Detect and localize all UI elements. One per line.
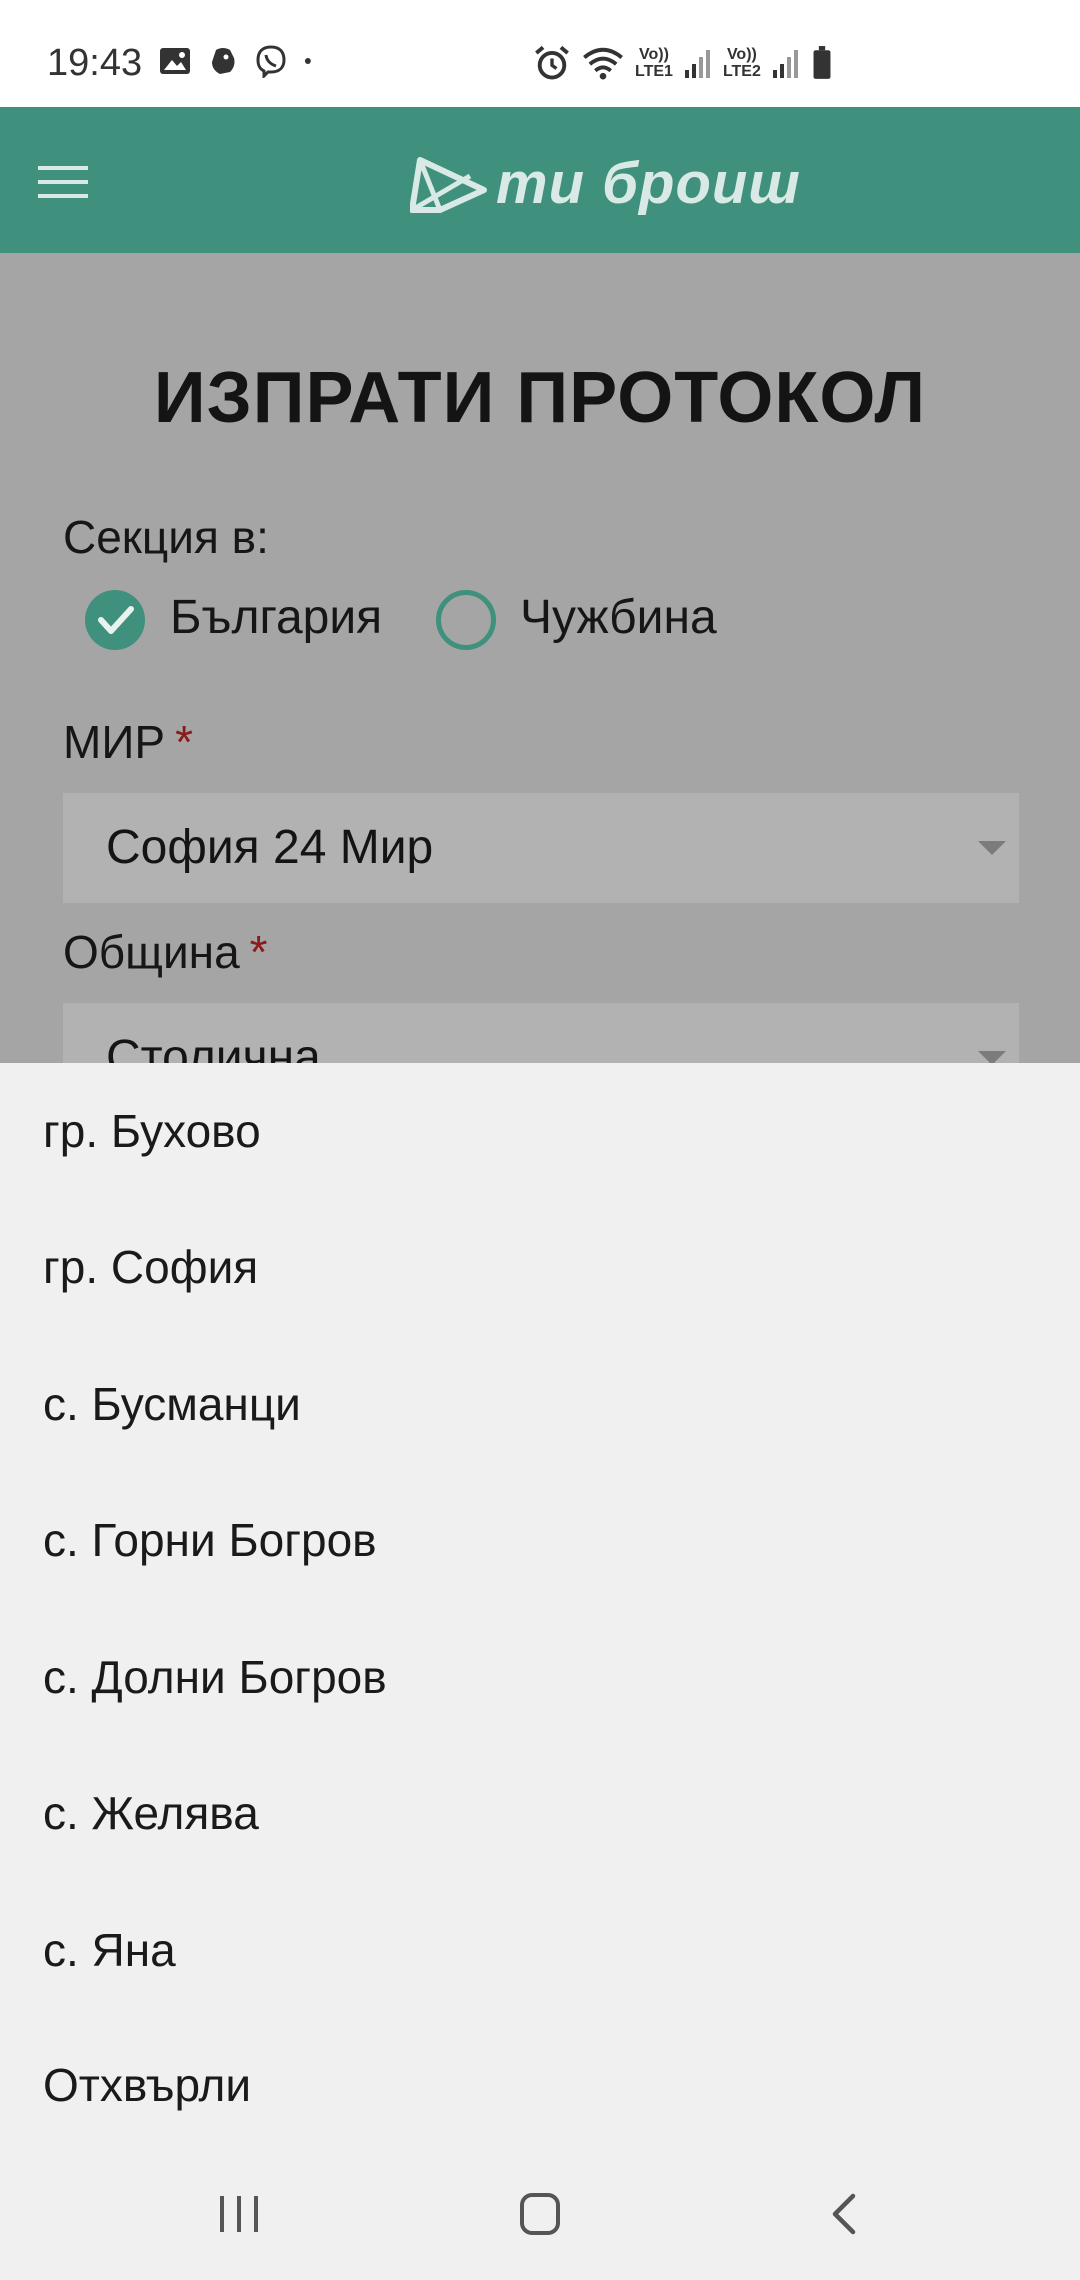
premier-league-icon <box>212 48 235 74</box>
mir-select[interactable]: София 24 Мир <box>63 793 1019 903</box>
chevron-down-icon <box>978 1051 1006 1063</box>
mir-label-text: МИР <box>63 716 166 768</box>
municipality-label-text: Община <box>63 926 240 978</box>
logo-mark-icon <box>410 157 487 213</box>
image-icon <box>160 48 190 74</box>
dropdown-item[interactable]: с. Желява <box>43 1783 259 1843</box>
app-logo[interactable]: ти броиш <box>410 148 801 218</box>
sim2-indicator: Vo)) LTE2 <box>722 46 761 80</box>
viber-icon <box>256 45 286 78</box>
municipality-label: Община * <box>63 925 268 979</box>
dropdown-item[interactable]: с. Бусманци <box>43 1374 301 1434</box>
dismiss-option[interactable]: Отхвърли <box>43 2055 251 2115</box>
page-title: ИЗПРАТИ ПРОТОКОЛ <box>153 358 927 438</box>
battery-icon <box>813 46 831 79</box>
system-icons: Vo)) LTE1 Vo)) LTE2 <box>533 44 833 82</box>
signal-lte2-icon <box>772 50 798 78</box>
notification-icons <box>158 44 322 78</box>
dropdown-item[interactable]: с. Яна <box>43 1920 176 1980</box>
mir-label: МИР * <box>63 715 193 769</box>
radio-abroad[interactable] <box>436 590 496 650</box>
status-bar: 19:43 Vo)) LTE1 Vo)) LTE2 <box>0 0 1080 107</box>
dropdown-item[interactable]: гр. София <box>43 1237 258 1297</box>
recent-apps-icon[interactable] <box>210 2190 270 2240</box>
hamburger-menu-icon[interactable] <box>38 164 88 200</box>
alarm-icon <box>535 45 569 80</box>
back-icon[interactable] <box>815 2190 875 2240</box>
municipality-select[interactable]: Столична <box>63 1003 1019 1063</box>
required-mark: * <box>249 926 268 978</box>
radio-bulgaria[interactable] <box>85 590 145 650</box>
dot-icon <box>304 58 311 64</box>
chevron-down-icon <box>978 841 1006 855</box>
municipality-select-value: Столична <box>106 1031 321 1063</box>
sim1-indicator: Vo)) LTE1 <box>635 46 673 80</box>
dropdown-item[interactable]: гр. Бухово <box>43 1101 261 1161</box>
dropdown-item[interactable]: с. Долни Богров <box>43 1647 387 1707</box>
radio-abroad-label[interactable]: Чужбина <box>520 590 717 645</box>
checkmark-icon <box>98 606 134 634</box>
required-mark: * <box>175 716 193 768</box>
section-label: Секция в: <box>63 511 269 563</box>
radio-bulgaria-label[interactable]: България <box>170 590 382 645</box>
status-time: 19:43 <box>47 42 143 84</box>
home-icon[interactable] <box>510 2190 570 2240</box>
dropdown-item[interactable]: с. Горни Богров <box>43 1510 377 1570</box>
mir-select-value: София 24 Мир <box>106 821 434 874</box>
wifi-icon <box>583 47 623 80</box>
signal-lte1-icon <box>684 50 710 78</box>
settlement-dropdown: гр. Бухово гр. София с. Бусманци с. Горн… <box>0 1063 1080 2155</box>
logo-text: ти броиш <box>496 150 801 216</box>
